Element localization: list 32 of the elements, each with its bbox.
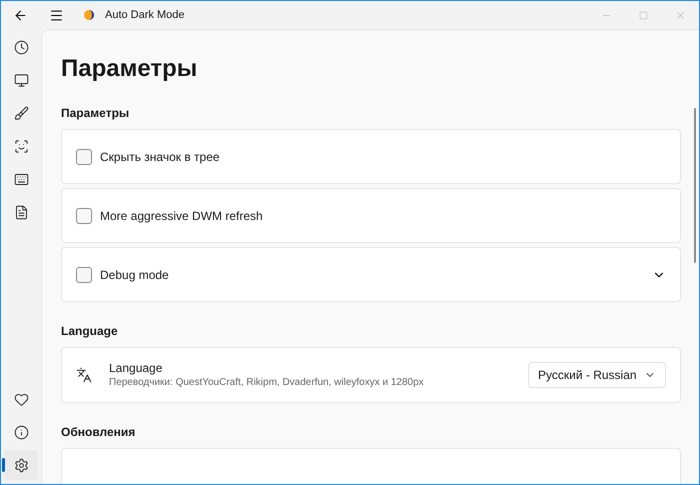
settings-icon (14, 458, 28, 472)
checkbox[interactable] (76, 266, 92, 282)
heart-icon (14, 392, 28, 406)
monitor-icon (14, 72, 28, 88)
setting-title: Language (109, 360, 164, 376)
nav-item[interactable] (4, 450, 38, 480)
app-logo-icon (83, 9, 95, 21)
section-header: Обновления (61, 424, 136, 441)
keyboard-icon (14, 172, 28, 186)
document-icon (14, 204, 28, 220)
window-title: Auto Dark Mode (105, 8, 184, 23)
language-icon (76, 367, 92, 383)
checkbox-label: Debug mode (100, 266, 169, 284)
checkbox-label: More aggressive DWM refresh (100, 208, 263, 224)
brush-icon (14, 106, 28, 120)
selection-indicator (2, 458, 5, 472)
section-header: Language (61, 323, 119, 340)
back-icon (12, 8, 28, 22)
close-icon (675, 10, 686, 20)
clock-icon (14, 40, 28, 54)
setting-description: Переводчики: QuestYouCraft, Rikipm, Dvaderfun, wileyfoxyx и 1280px (109, 376, 425, 390)
checkbox-label: Скрыть значок в трее (100, 148, 220, 166)
info-icon (14, 424, 28, 440)
page-title: Параметры (61, 54, 198, 84)
checkbox[interactable] (76, 148, 92, 164)
scrollbar[interactable] (694, 108, 696, 263)
language-dropdown[interactable]: Русский - Russian (528, 362, 666, 388)
scan-icon (14, 138, 28, 154)
section-header: Параметры (61, 105, 130, 122)
checkbox[interactable] (76, 208, 92, 224)
menu-icon (48, 8, 64, 22)
maximize-icon (639, 10, 648, 20)
